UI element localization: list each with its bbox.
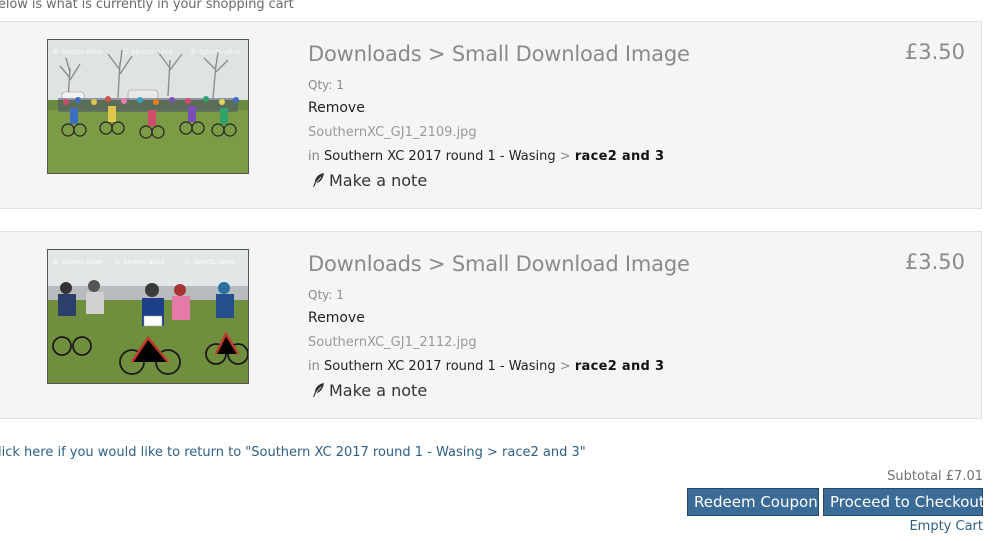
gallery-link[interactable]: Southern XC 2017 round 1 - Wasing bbox=[324, 359, 556, 374]
item-filename: SouthernXC_GJ1_2109.jpg bbox=[308, 125, 477, 140]
svg-text:© Sports-alive: © Sports-alive bbox=[114, 258, 165, 266]
gallery-link[interactable]: Southern XC 2017 round 1 - Wasing bbox=[324, 149, 556, 164]
subgallery-link[interactable]: race2 and 3 bbox=[575, 149, 664, 164]
item-location: in Southern XC 2017 round 1 - Wasing > r… bbox=[308, 359, 664, 374]
item-title: Downloads > Small Download Image bbox=[308, 42, 690, 66]
breadcrumb-separator: > bbox=[559, 149, 571, 164]
cart-item: © Sports-alive © Sports-alive © Sports-a… bbox=[0, 231, 982, 419]
item-price: £3.50 bbox=[904, 40, 965, 64]
svg-text:© Sports-alive: © Sports-alive bbox=[52, 48, 103, 56]
cart-intro-text: elow is what is currently in your shoppi… bbox=[0, 0, 294, 12]
make-note-link[interactable]: Make a note bbox=[311, 381, 427, 400]
product-photo: © Sports-alive © Sports-alive © Sports-a… bbox=[48, 250, 248, 383]
proceed-to-checkout-button[interactable]: Proceed to Checkout bbox=[823, 488, 985, 516]
item-filename: SouthernXC_GJ1_2112.jpg bbox=[308, 335, 477, 350]
make-note-label: Make a note bbox=[329, 381, 428, 400]
svg-text:© Sports-alive: © Sports-alive bbox=[122, 48, 173, 56]
item-qty: Qty: 1 bbox=[308, 288, 344, 302]
redeem-coupon-button[interactable]: Redeem Coupon bbox=[687, 488, 819, 516]
breadcrumb-separator: > bbox=[559, 359, 571, 374]
in-label: in bbox=[308, 149, 320, 164]
item-qty: Qty: 1 bbox=[308, 78, 344, 92]
remove-item-link[interactable]: Remove bbox=[308, 100, 365, 116]
feather-icon bbox=[311, 382, 325, 398]
product-photo: © Sports-alive © Sports-alive © Sports-a… bbox=[48, 40, 248, 173]
subtotal: Subtotal £7.01 bbox=[887, 469, 983, 484]
empty-cart-link[interactable]: Empty Cart bbox=[909, 519, 983, 534]
svg-text:© Sports-alive: © Sports-alive bbox=[190, 48, 241, 56]
cart-item: © Sports-alive © Sports-alive © Sports-a… bbox=[0, 21, 982, 209]
product-thumbnail[interactable]: © Sports-alive © Sports-alive © Sports-a… bbox=[47, 39, 249, 174]
item-title: Downloads > Small Download Image bbox=[308, 252, 690, 276]
item-price: £3.50 bbox=[904, 250, 965, 274]
make-note-label: Make a note bbox=[329, 171, 428, 190]
product-thumbnail[interactable]: © Sports-alive © Sports-alive © Sports-a… bbox=[47, 249, 249, 384]
svg-text:© Sports-alive: © Sports-alive bbox=[184, 258, 235, 266]
svg-text:© Sports-alive: © Sports-alive bbox=[52, 258, 103, 266]
feather-icon bbox=[311, 172, 325, 188]
subgallery-link[interactable]: race2 and 3 bbox=[575, 359, 664, 374]
remove-item-link[interactable]: Remove bbox=[308, 310, 365, 326]
return-to-gallery-link[interactable]: lick here if you would like to return to… bbox=[0, 445, 586, 460]
in-label: in bbox=[308, 359, 320, 374]
item-location: in Southern XC 2017 round 1 - Wasing > r… bbox=[308, 149, 664, 164]
make-note-link[interactable]: Make a note bbox=[311, 171, 427, 190]
